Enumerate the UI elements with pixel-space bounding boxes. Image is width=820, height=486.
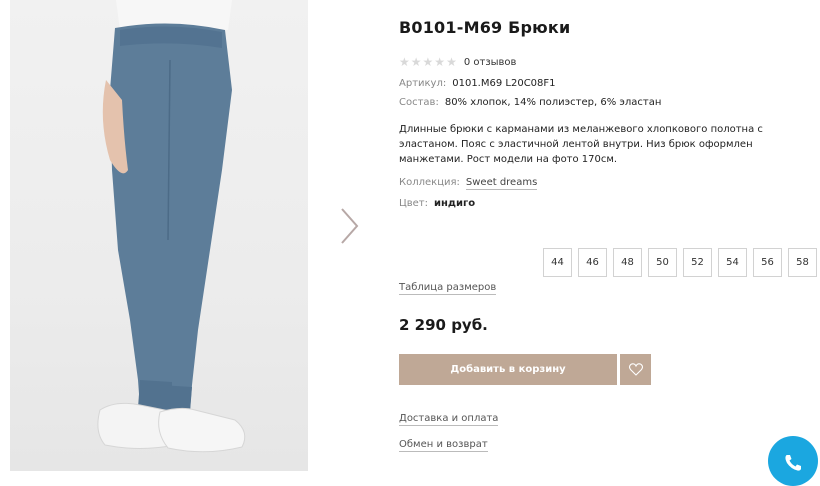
call-button[interactable]	[768, 436, 818, 486]
composition-label: Состав:	[399, 97, 439, 108]
size-option[interactable]: 44	[543, 248, 572, 277]
product-photo	[10, 0, 308, 471]
rating: ★ ★ ★ ★ ★ 0 отзывов	[399, 56, 516, 68]
wishlist-button[interactable]	[620, 354, 651, 385]
reviews-count[interactable]: 0 отзывов	[464, 57, 517, 68]
rating-stars[interactable]: ★ ★ ★ ★ ★	[399, 56, 457, 68]
collection-row: Коллекция: Sweet dreams	[399, 177, 538, 190]
color-label: Цвет:	[399, 198, 429, 209]
collection-label: Коллекция:	[399, 177, 460, 188]
size-option[interactable]: 46	[578, 248, 607, 277]
size-selector: 44 46 48 50 52 54 56 58	[543, 248, 817, 277]
star-icon: ★	[434, 55, 446, 69]
size-option[interactable]: 48	[613, 248, 642, 277]
sku-row: Артикул: 0101.M69 L20C08F1	[399, 78, 556, 89]
composition-row: Состав: 80% хлопок, 14% полиэстер, 6% эла…	[399, 97, 661, 108]
sku-label: Артикул:	[399, 78, 447, 89]
size-table-link[interactable]: Таблица размеров	[399, 282, 497, 295]
product-description: Длинные брюки с карманами из меланжевого…	[399, 124, 763, 165]
star-icon: ★	[410, 55, 422, 69]
product-image	[97, 0, 246, 453]
heart-icon	[628, 363, 643, 376]
returns-link[interactable]: Обмен и возврат	[399, 439, 488, 452]
composition-value: 80% хлопок, 14% полиэстер, 6% эластан	[444, 97, 662, 108]
next-image-arrow[interactable]	[333, 205, 363, 247]
sku-value: 0101.M69 L20C08F1	[452, 78, 556, 89]
product-title: B0101-M69 Брюки	[399, 18, 571, 37]
size-option[interactable]: 52	[683, 248, 712, 277]
star-icon: ★	[399, 55, 410, 69]
collection-link[interactable]: Sweet dreams	[465, 177, 538, 190]
size-option[interactable]: 58	[788, 248, 817, 277]
phone-icon	[785, 455, 801, 471]
size-option[interactable]: 54	[718, 248, 747, 277]
add-to-cart-button[interactable]: Добавить в корзину	[399, 354, 617, 385]
star-icon: ★	[446, 55, 457, 69]
chevron-right-icon	[341, 208, 359, 244]
color-row: Цвет: индиго	[399, 198, 475, 209]
color-value: индиго	[434, 198, 476, 209]
delivery-link[interactable]: Доставка и оплата	[399, 413, 499, 426]
star-icon: ★	[422, 55, 434, 69]
product-price: 2 290 руб.	[399, 316, 488, 334]
size-option[interactable]: 50	[648, 248, 677, 277]
pants-shape	[110, 23, 232, 410]
size-option[interactable]: 56	[753, 248, 782, 277]
